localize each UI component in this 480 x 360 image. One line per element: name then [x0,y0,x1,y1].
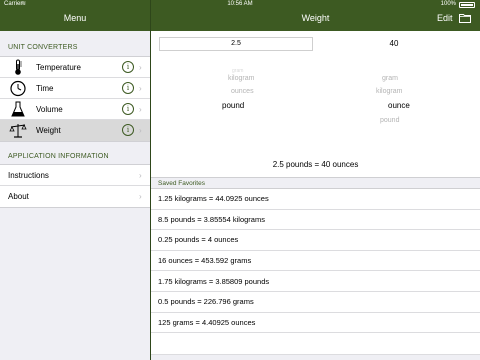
info-list: Instructions › About › [0,164,150,208]
to-unit-option[interactable]: gram [382,75,398,82]
list-item[interactable]: 1.25 kilograms = 44.0925 ounces [151,189,480,210]
info-icon[interactable]: i [122,82,134,94]
scale-icon [9,124,27,138]
section-header-unit-converters: UNIT CONVERTERS [8,44,78,51]
result-value: 40 [389,39,399,48]
section-header-application-information: APPLICATION INFORMATION [8,153,109,160]
battery-icon [459,2,475,8]
from-unit-option[interactable]: kilogram [228,75,254,82]
sidebar-item-label: About [8,192,29,201]
sidebar-item-instructions[interactable]: Instructions › [0,165,150,186]
info-icon[interactable]: i [122,103,134,115]
battery-percent: 100% [440,1,456,7]
sidebar-item-label: Volume [36,105,63,114]
sidebar-item-label: Temperature [36,63,81,72]
status-time: 10:56 AM [227,1,253,7]
list-item[interactable]: 0.5 pounds = 226.796 grams [151,292,480,313]
info-icon[interactable]: i [122,61,134,73]
to-unit-option[interactable]: pound [380,117,399,124]
value-input[interactable]: 2.5 [159,37,313,51]
to-unit-option[interactable]: kilogram [376,88,402,95]
list-item[interactable]: 8.5 pounds = 3.85554 kilograms [151,210,480,231]
converter-list: Temperature i › Time i › Volume i › Weig… [0,56,150,142]
chevron-right-icon: › [139,84,142,93]
chevron-right-icon: › [139,171,142,180]
to-unit-selected[interactable]: ounce [388,101,410,110]
sidebar-item-label: Instructions [8,171,49,180]
from-unit-option[interactable]: ounces [231,88,254,95]
page-title: Weight [301,13,330,23]
list-item[interactable]: 1.75 kilograms = 3.85809 pounds [151,271,480,292]
favorites-list: 1.25 kilograms = 44.0925 ounces 8.5 poun… [151,189,480,334]
thermometer-icon [15,59,22,75]
from-unit-option[interactable]: gram [232,68,243,74]
sidebar-item-volume[interactable]: Volume i › [0,99,150,120]
from-unit-selected[interactable]: pound [222,101,244,110]
sidebar-item-label: Time [36,84,54,93]
menu-title: Menu [63,13,87,23]
sidebar-item-weight[interactable]: Weight i › [0,120,150,141]
flask-icon [11,101,25,117]
info-icon[interactable]: i [122,124,134,136]
sidebar-item-label: Weight [36,126,61,135]
favorites-header: Saved Favorites [151,177,480,189]
navigation-bar: Carrier ≋ 10:56 AM 100% Menu Weight Edit [0,0,480,31]
sidebar-item-about[interactable]: About › [0,186,150,207]
chevron-right-icon: › [139,192,142,201]
list-item[interactable]: 16 ounces = 453.592 grams [151,251,480,272]
status-bar: Carrier ≋ 10:56 AM 100% [0,0,480,10]
sidebar: UNIT CONVERTERS Temperature i › Time i ›… [0,31,150,360]
list-item[interactable]: 0.25 pounds = 4 ounces [151,230,480,251]
sidebar-item-time[interactable]: Time i › [0,78,150,99]
edit-button[interactable]: Edit [437,13,453,23]
chevron-right-icon: › [139,126,142,135]
list-item[interactable]: 125 grams = 4.40925 ounces [151,313,480,334]
clock-icon [10,80,26,97]
favorites-header-label: Saved Favorites [158,180,205,187]
conversion-result: 2.5 pounds = 40 ounces [272,160,359,169]
chevron-right-icon: › [139,63,142,72]
folder-icon[interactable] [459,13,471,23]
sidebar-item-temperature[interactable]: Temperature i › [0,57,150,78]
favorites-footer [151,354,480,360]
chevron-right-icon: › [139,105,142,114]
